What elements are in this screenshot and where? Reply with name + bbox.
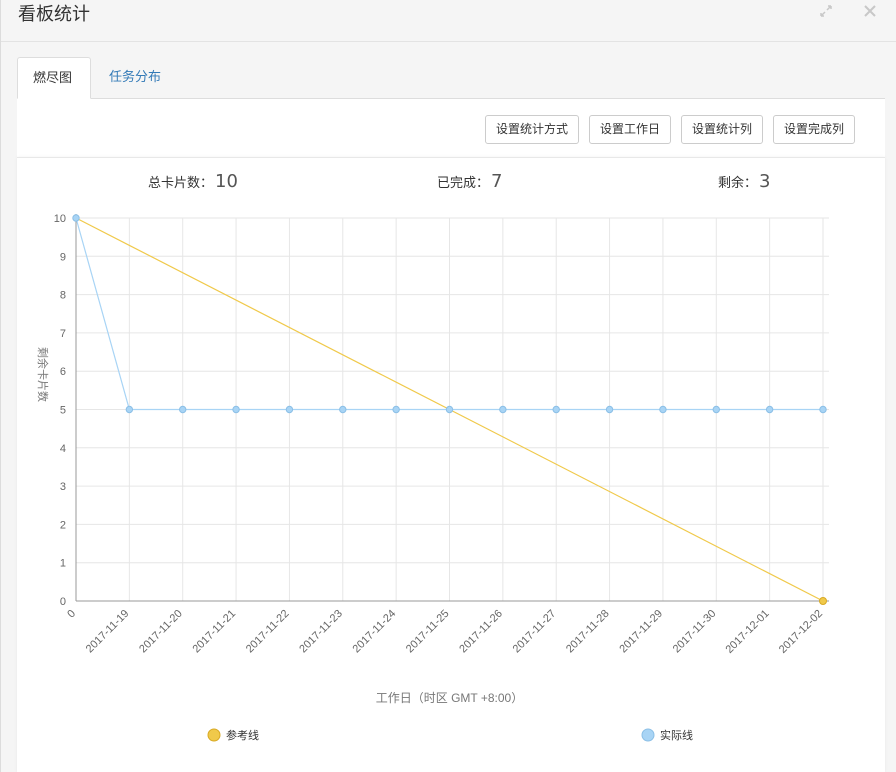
x-tick-label: 2017-11-28 xyxy=(564,608,612,656)
actual-point xyxy=(72,214,80,222)
actual-point xyxy=(819,405,827,414)
actual-point xyxy=(765,405,774,414)
legend-actual-marker xyxy=(641,728,655,742)
burndown-chart: 0123456789100 2017-11-19 2017-11-20 2017-11… xyxy=(36,213,829,742)
actual-point xyxy=(445,405,454,414)
x-tick-label: 2017-11-19 xyxy=(84,608,132,656)
y-tick-label: 6 xyxy=(60,366,66,378)
x-tick-label: 2017-11-25 xyxy=(404,608,452,656)
y-tick-label: 4 xyxy=(60,443,66,455)
y-tick-label: 8 xyxy=(60,290,66,302)
x-tick-label: 2017-11-23 xyxy=(297,608,345,656)
y-tick-label: 5 xyxy=(60,405,66,417)
actual-point xyxy=(232,405,240,414)
actual-point xyxy=(659,405,667,414)
actual-point xyxy=(392,405,400,414)
x-tick-label: 2017-12-01 xyxy=(723,608,771,656)
kanban-stats-modal: 看板统计 燃尽图 任务分布 设置统计方式 设置工作日 设置统计列 设置完成列 总… xyxy=(0,0,896,772)
x-tick-label: 2017-11-20 xyxy=(137,608,185,656)
legend-actual-label: 实际线 xyxy=(660,728,693,742)
actual-point xyxy=(339,405,347,414)
legend-reference-marker xyxy=(207,728,221,742)
x-tick-label: 2017-11-21 xyxy=(190,608,238,656)
y-tick-label: 2 xyxy=(60,519,66,531)
actual-point xyxy=(712,405,720,414)
y-tick-label: 7 xyxy=(60,328,66,340)
y-tick-label: 0 xyxy=(60,596,66,608)
actual-point xyxy=(499,405,507,414)
x-tick-label: 0 xyxy=(65,608,78,621)
x-axis-title: 工作日（时区 GMT +8:00） xyxy=(376,691,523,705)
x-tick-label: 2017-11-27 xyxy=(511,608,559,656)
y-axis-title: 剩余卡片数 xyxy=(36,347,50,402)
actual-point xyxy=(285,405,294,414)
x-tick-label: 2017-11-22 xyxy=(244,608,292,656)
x-tick-label: 2017-11-24 xyxy=(351,608,399,656)
x-tick-label: 2017-11-26 xyxy=(457,608,505,656)
x-tick-label: 2017-11-30 xyxy=(671,608,719,656)
y-tick-label: 9 xyxy=(60,251,66,263)
reference-point xyxy=(819,597,827,605)
x-tick-label: 2017-12-02 xyxy=(777,608,825,656)
y-tick-label: 10 xyxy=(54,213,66,225)
x-tick-label: 2017-11-29 xyxy=(617,608,665,656)
actual-point xyxy=(605,405,614,414)
actual-point xyxy=(179,405,187,414)
actual-point xyxy=(552,405,560,414)
actual-point xyxy=(125,405,134,414)
y-tick-label: 3 xyxy=(60,481,66,493)
legend-reference-label: 参考线 xyxy=(226,728,259,742)
y-tick-label: 1 xyxy=(60,558,66,570)
